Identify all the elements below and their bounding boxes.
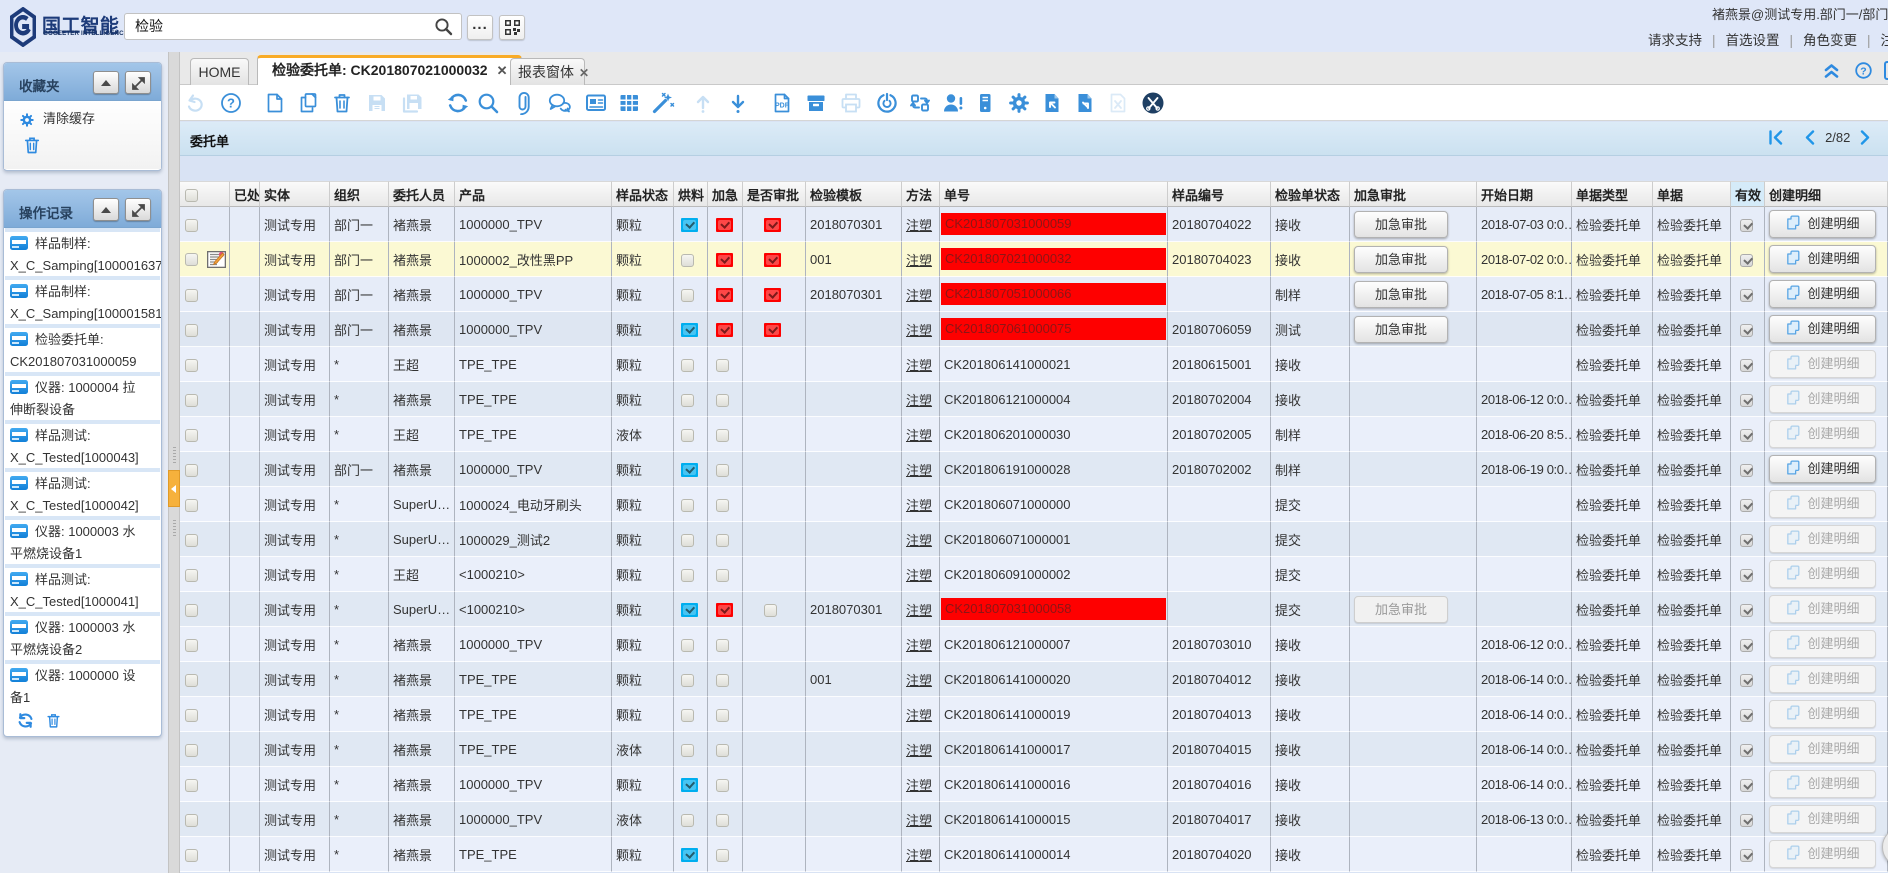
svg-text:?: ?	[227, 96, 235, 111]
svg-text:PDF: PDF	[775, 103, 790, 110]
svg-text:?: ?	[1860, 66, 1866, 78]
